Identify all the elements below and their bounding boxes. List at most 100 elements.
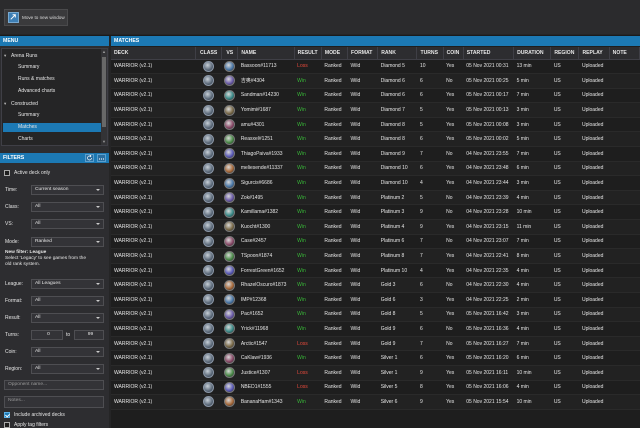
apply-tag-filters-checkbox[interactable] xyxy=(4,422,10,428)
column-header-rank[interactable]: RANK xyxy=(377,47,418,60)
coin-select[interactable]: All xyxy=(31,347,104,357)
table-row[interactable]: WARRIOR (v2.1) amu#4301 Win Ranked Wild Diamo… xyxy=(111,117,640,133)
scrollbar-thumb[interactable] xyxy=(102,57,106,127)
replay-cell[interactable]: Uploaded xyxy=(578,88,610,104)
column-header-replay[interactable]: REPLAY xyxy=(578,47,610,60)
table-row[interactable]: WARRIOR (v2.1) Bassoon#11713 Loss Ranked Wil… xyxy=(111,59,640,75)
tree-item-constructed-summary[interactable]: Summary xyxy=(18,111,39,120)
class-select[interactable]: All xyxy=(31,202,104,212)
replay-cell[interactable]: Uploaded xyxy=(578,219,610,235)
table-row[interactable]: WARRIOR (v2.1) IMP#12368 Win Ranked Wild Gold… xyxy=(111,292,640,308)
table-row[interactable]: WARRIOR (v2.1) Sandman#14230 Win Ranked Wild… xyxy=(111,88,640,104)
column-header-region[interactable]: REGION xyxy=(550,47,580,60)
replay-cell[interactable]: Uploaded xyxy=(578,292,610,308)
turns-to-input[interactable]: 99 xyxy=(74,330,104,340)
tree-item-constructed[interactable]: ▾ Constructed xyxy=(4,99,38,108)
table-row[interactable]: WARRIOR (v2.1) 吉奥#4304 Win Ranked Wild Diamon… xyxy=(111,73,640,89)
column-header-mode[interactable]: MODE xyxy=(321,47,349,60)
replay-cell[interactable]: Uploaded xyxy=(578,336,610,352)
tree-item-arena-advanced-charts[interactable]: Advanced charts xyxy=(18,87,55,96)
table-row[interactable]: WARRIOR (v2.1) Sigurcis#6686 Win Ranked Wild… xyxy=(111,175,640,191)
replay-cell[interactable]: Uploaded xyxy=(578,175,610,191)
replay-cell[interactable]: Uploaded xyxy=(578,321,610,337)
table-row[interactable]: WARRIOR (v2.1) Kamillama#1382 Win Ranked Wil… xyxy=(111,204,640,221)
replay-cell[interactable]: Uploaded xyxy=(578,277,610,293)
replay-cell[interactable]: Uploaded xyxy=(578,131,610,148)
column-header-deck[interactable]: DECK xyxy=(111,47,197,60)
chevron-down-icon[interactable]: ▾ xyxy=(4,99,11,108)
chevron-down-icon[interactable]: ▾ xyxy=(4,51,11,60)
table-row[interactable]: WARRIOR (v2.1) Yomimi#1687 Win Ranked Wild Di… xyxy=(111,102,640,118)
replay-cell[interactable]: Uploaded xyxy=(578,73,610,89)
scroll-up-icon[interactable]: ▲ xyxy=(101,49,107,55)
table-row[interactable]: WARRIOR (v2.1) TSpoon#1874 Win Ranked Wild Pl… xyxy=(111,248,640,264)
column-header-coin[interactable]: COIN xyxy=(443,47,464,60)
vs-select[interactable]: All xyxy=(31,219,104,229)
table-row[interactable]: WARRIOR (v2.1) NBED1#1555 Loss Ranked Wild Si… xyxy=(111,380,640,396)
replay-cell[interactable]: Uploaded xyxy=(578,190,610,206)
replay-cell[interactable]: Uploaded xyxy=(578,248,610,264)
table-row[interactable]: WARRIOR (v2.1) RhazelOscuro#1873 Win Ranked… xyxy=(111,277,640,293)
league-select[interactable]: All Leagues xyxy=(31,279,104,289)
move-to-new-window-button[interactable]: Move to new window xyxy=(4,9,68,26)
table-row[interactable]: WARRIOR (v2.1) Zok#1495 Win Ranked Wild Plati… xyxy=(111,190,640,206)
table-row[interactable]: WARRIOR (v2.1) BananaHam#1343 Win Ranked Wil… xyxy=(111,394,640,410)
result-select[interactable]: All xyxy=(31,313,104,323)
column-header-result[interactable]: RESULT xyxy=(294,47,322,60)
refresh-filters-button[interactable] xyxy=(85,154,94,162)
table-row[interactable]: WARRIOR (v2.1) Justice#1307 Loss Ranked Wild… xyxy=(111,365,640,381)
replay-cell[interactable]: Uploaded xyxy=(578,380,610,396)
replay-cell[interactable]: Uploaded xyxy=(578,263,610,279)
replay-cell[interactable]: Uploaded xyxy=(578,365,610,381)
table-row[interactable]: WARRIOR (v2.1) meliesende#11337 Win Ranked W… xyxy=(111,161,640,177)
mode-select[interactable]: Ranked xyxy=(31,237,104,247)
replay-cell[interactable]: Uploaded xyxy=(578,394,610,410)
replay-cell[interactable]: Uploaded xyxy=(578,307,610,323)
column-header-name[interactable]: NAME xyxy=(237,47,295,60)
table-row[interactable]: WARRIOR (v2.1) Pac#1652 Win Ranked Wild Gold … xyxy=(111,307,640,323)
replay-cell[interactable]: Uploaded xyxy=(578,204,610,221)
more-icon xyxy=(98,158,105,160)
tree-item-arena-summary[interactable]: Summary xyxy=(18,63,39,72)
opponent-name-cell: Sigurcis#6686 xyxy=(237,175,295,191)
column-header-started[interactable]: STARTED xyxy=(463,47,515,60)
scroll-down-icon[interactable]: ▼ xyxy=(101,139,107,145)
notes-input[interactable]: Notes... xyxy=(4,396,104,408)
tree-item-arena-runs[interactable]: ▾ Arena Runs xyxy=(4,51,37,60)
turns-cell: 5 xyxy=(416,190,444,206)
column-header-note[interactable]: NOTE xyxy=(609,47,640,60)
column-header-format[interactable]: FORMAT xyxy=(347,47,379,60)
opponent-name-input[interactable]: Opponent name... xyxy=(4,380,104,390)
turns-from-input[interactable]: 0 xyxy=(31,330,63,340)
table-row[interactable]: WARRIOR (v2.1) ForrestGreen#1652 Win Ranked… xyxy=(111,263,640,279)
column-header-vs[interactable]: VS xyxy=(221,47,239,60)
region-select[interactable]: All xyxy=(31,364,104,374)
table-row[interactable]: WARRIOR (v2.1) Arctic#1547 Loss Ranked Wild G… xyxy=(111,336,640,352)
include-archived-checkbox[interactable] xyxy=(4,412,10,418)
column-header-duration[interactable]: DURATION xyxy=(513,47,552,60)
more-filters-button[interactable] xyxy=(97,154,106,162)
replay-cell[interactable]: Uploaded xyxy=(578,117,610,133)
column-header-turns[interactable]: TURNS xyxy=(416,47,444,60)
replay-cell[interactable]: Uploaded xyxy=(578,234,610,250)
table-row[interactable]: WARRIOR (v2.1) CaKlaw#1936 Win Ranked Wild Si… xyxy=(111,350,640,366)
active-deck-only-checkbox[interactable] xyxy=(4,170,10,176)
table-row[interactable]: WARRIOR (v2.1) Case#2457 Win Ranked Wild Plat… xyxy=(111,234,640,250)
tree-item-arena-runs-matches[interactable]: Runs & matches xyxy=(18,75,55,84)
menu-scrollbar[interactable]: ▲ ▼ xyxy=(101,49,107,145)
replay-cell[interactable]: Uploaded xyxy=(578,350,610,366)
replay-cell[interactable]: Uploaded xyxy=(578,59,610,75)
replay-cell[interactable]: Uploaded xyxy=(578,146,610,162)
time-select[interactable]: Current season xyxy=(31,185,104,195)
tree-item-constructed-charts[interactable]: Charts xyxy=(18,135,33,144)
table-row[interactable]: WARRIOR (v2.1) Reasxel#1251 Win Ranked Wild D… xyxy=(111,131,640,148)
coin-cell: No xyxy=(443,336,464,352)
column-header-class[interactable]: CLASS xyxy=(195,47,223,60)
table-row[interactable]: WARRIOR (v2.1) ThiagoPaiva#1933 Win Ranked W… xyxy=(111,146,640,162)
replay-cell[interactable]: Uploaded xyxy=(578,161,610,177)
replay-cell[interactable]: Uploaded xyxy=(578,102,610,118)
table-row[interactable]: WARRIOR (v2.1) Kuocht#1300 Win Ranked Wild Pl… xyxy=(111,219,640,235)
tree-item-constructed-matches[interactable]: Matches xyxy=(3,123,101,132)
format-select[interactable]: All xyxy=(31,296,104,306)
table-row[interactable]: WARRIOR (v2.1) Yrick#11968 Win Ranked Wild Go… xyxy=(111,321,640,337)
